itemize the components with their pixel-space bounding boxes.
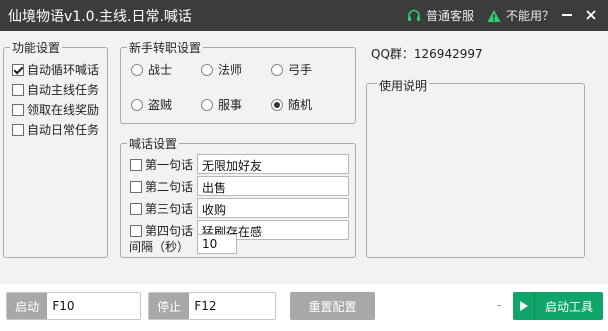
checkbox[interactable] <box>130 180 142 193</box>
stop-hotkey-input[interactable]: F12 <box>189 293 275 319</box>
interval-label: 间隔（秒） <box>129 240 190 254</box>
start-hotkey-input[interactable]: F10 <box>47 293 140 319</box>
radio-button[interactable] <box>201 63 213 76</box>
radio-button[interactable] <box>131 98 143 111</box>
feature-label: 领取在线奖励 <box>27 103 100 117</box>
shout-line-1-input[interactable]: 无限加好友 <box>197 154 349 174</box>
headset-icon <box>408 9 420 21</box>
close-icon <box>586 10 596 20</box>
stop-hotkey-label: 停止 <box>149 293 190 319</box>
play-icon <box>513 292 535 320</box>
job-label: 服事 <box>218 98 243 112</box>
footer-bar: 启动 F10 停止 F12 重置配置 - 启动工具 <box>0 284 608 331</box>
checkbox[interactable] <box>12 83 24 96</box>
feature-online-reward[interactable]: 领取在线奖励 <box>12 101 99 118</box>
job-label: 法师 <box>218 63 243 77</box>
feature-label: 自动日常任务 <box>27 123 100 137</box>
warning-icon <box>487 9 501 22</box>
shout-line-label: 第一句话 <box>145 158 194 172</box>
unusable-link[interactable]: 不能用？ <box>487 7 554 24</box>
checkbox[interactable] <box>130 158 142 171</box>
job-title: 新手转职设置 <box>129 41 202 55</box>
job-option-acolyte[interactable]: 服事 <box>201 96 242 113</box>
shout-line-2-toggle[interactable]: 第二句话 <box>130 178 193 195</box>
minimize-icon <box>562 14 572 16</box>
feature-auto-daily[interactable]: 自动日常任务 <box>12 121 99 138</box>
qq-number: 126942997 <box>413 47 483 61</box>
separator-dash: - <box>497 298 502 312</box>
qq-group-info: QQ群：126942997 <box>371 45 483 62</box>
radio-button[interactable] <box>271 63 283 76</box>
start-hotkey[interactable]: 启动 F10 <box>6 292 141 320</box>
radio-button[interactable] <box>131 63 143 76</box>
support-link[interactable]: 普通客服 <box>407 7 474 24</box>
shout-line-1-toggle[interactable]: 第一句话 <box>130 156 193 173</box>
shout-line-3-toggle[interactable]: 第三句话 <box>130 200 193 217</box>
interval-input[interactable]: 10 <box>197 234 237 254</box>
shout-title: 喊话设置 <box>129 137 178 151</box>
features-title: 功能设置 <box>12 41 61 55</box>
feature-label: 自动循环喊话 <box>27 63 100 77</box>
close-button[interactable] <box>581 4 601 26</box>
job-option-warrior[interactable]: 战士 <box>131 61 172 78</box>
reset-config-button[interactable]: 重置配置 <box>290 292 375 320</box>
checkbox[interactable] <box>12 123 24 136</box>
usage-title: 使用说明 <box>377 77 430 94</box>
job-label: 随机 <box>288 98 313 112</box>
launch-tool-label: 启动工具 <box>544 299 593 314</box>
unusable-label: 不能用？ <box>506 9 555 23</box>
title-bar: 仙境物语v1.0.主线.日常.喊话 普通客服 不能用？ <box>0 0 608 31</box>
radio-button[interactable] <box>271 98 283 111</box>
shout-line-2-input[interactable]: 出售 <box>197 176 349 196</box>
feature-label: 自动主线任务 <box>27 83 100 97</box>
support-label: 普通客服 <box>426 9 475 23</box>
main-panel: 功能设置 自动循环喊话 自动主线任务 领取在线奖励 自动日常任务 新手转职设置 … <box>0 31 608 284</box>
shout-line-3-input[interactable]: 收购 <box>197 198 349 218</box>
qq-label: QQ群： <box>371 47 414 61</box>
shout-line-label: 第二句话 <box>145 180 194 194</box>
start-hotkey-label: 启动 <box>7 293 48 319</box>
job-label: 战士 <box>148 63 173 77</box>
feature-auto-shout[interactable]: 自动循环喊话 <box>12 61 99 78</box>
window-title: 仙境物语v1.0.主线.日常.喊话 <box>8 9 192 25</box>
shout-line-4-toggle[interactable]: 第四句话 <box>130 222 193 239</box>
job-option-random[interactable]: 随机 <box>271 96 312 113</box>
checkbox[interactable] <box>130 202 142 215</box>
checkbox[interactable] <box>12 103 24 116</box>
radio-button[interactable] <box>201 98 213 111</box>
job-option-archer[interactable]: 弓手 <box>271 61 312 78</box>
job-label: 盗贼 <box>148 98 173 112</box>
checkbox[interactable] <box>12 63 24 76</box>
job-option-mage[interactable]: 法师 <box>201 61 242 78</box>
checkbox[interactable] <box>130 224 142 237</box>
job-option-thief[interactable]: 盗贼 <box>131 96 172 113</box>
launch-tool-button[interactable]: 启动工具 <box>513 292 603 320</box>
job-label: 弓手 <box>288 63 313 77</box>
minimize-button[interactable] <box>557 4 577 26</box>
stop-hotkey[interactable]: 停止 F12 <box>148 292 276 320</box>
usage-panel: 使用说明 <box>366 77 585 258</box>
shout-line-label: 第三句话 <box>145 202 194 216</box>
shout-line-label: 第四句话 <box>145 224 194 238</box>
feature-auto-main-quest[interactable]: 自动主线任务 <box>12 81 99 98</box>
